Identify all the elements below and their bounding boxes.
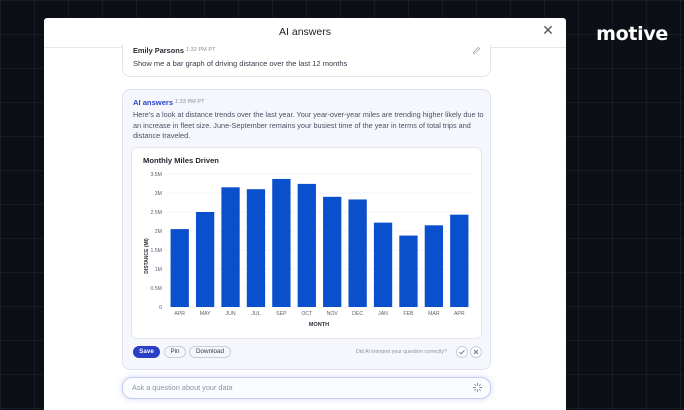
- ask-input[interactable]: [132, 381, 462, 394]
- pin-button[interactable]: Pin: [164, 346, 186, 358]
- x-tick-label: SEP: [276, 311, 287, 317]
- download-button[interactable]: Download: [189, 346, 231, 358]
- close-icon[interactable]: ✕: [541, 23, 555, 37]
- save-button[interactable]: Save: [133, 346, 160, 358]
- bar-sep: [272, 178, 291, 307]
- check-icon: [459, 349, 465, 355]
- ask-question-box[interactable]: [122, 377, 491, 399]
- x-tick-label: JUN: [225, 311, 235, 317]
- x-tick-label: JUL: [251, 311, 260, 317]
- sparkle-icon[interactable]: [472, 382, 483, 393]
- x-tick-label: OCT: [301, 311, 313, 317]
- user-message-time: 1:32 PM PT: [186, 47, 216, 53]
- ai-answers-modal: AI answers ✕ Emily Parsons 1:32 PM PT Sh…: [44, 18, 566, 410]
- y-tick-label: 2.5M: [150, 210, 162, 216]
- x-tick-label: DEC: [352, 311, 363, 317]
- bar-mar: [424, 225, 444, 307]
- bar-jun: [221, 187, 240, 307]
- x-tick-label: APR: [174, 311, 185, 317]
- bar-apr: [170, 229, 189, 307]
- y-tick-label: 0.5M: [150, 286, 162, 292]
- user-name: Emily Parsons: [133, 46, 184, 55]
- motive-logo: motive: [596, 23, 668, 45]
- y-axis-label: DISTANCE (MI): [144, 238, 150, 274]
- x-tick-label: MAR: [428, 311, 440, 317]
- bar-jul: [246, 189, 266, 307]
- y-tick-label: 3.5M: [150, 172, 162, 178]
- ai-response-name: AI answers: [133, 98, 174, 107]
- x-icon: [473, 349, 479, 355]
- ai-response-text: Here's a look at distance trends over th…: [133, 110, 484, 141]
- bar-apr: [450, 214, 469, 307]
- x-axis-label: MONTH: [309, 322, 329, 328]
- y-tick-label: 1.5M: [150, 248, 162, 254]
- user-message-card: Emily Parsons 1:32 PM PT Show me a bar g…: [122, 44, 491, 77]
- x-tick-label: MAY: [200, 311, 211, 317]
- modal-title: AI answers: [279, 26, 331, 38]
- ai-response-card: AI answers 1:33 PM PT Here's a look at d…: [122, 89, 491, 370]
- x-tick-label: NOV: [327, 311, 339, 317]
- y-tick-label: 2M: [155, 229, 162, 235]
- feedback-yes-button[interactable]: [456, 346, 468, 358]
- bar-oct: [297, 183, 316, 307]
- x-tick-label: APR: [454, 311, 465, 317]
- bar-may: [195, 212, 215, 307]
- ai-response-time: 1:33 PM PT: [175, 99, 205, 105]
- x-tick-label: JAN: [378, 311, 388, 317]
- bar-dec: [348, 199, 367, 307]
- bar-chart: 0 0.5M 1M 1.5M 2M 2.5M 3M 3.5M APR MAY JUN JUL SEP OC…: [144, 172, 472, 328]
- bar-feb: [399, 235, 418, 307]
- user-message-text: Show me a bar graph of driving distance …: [133, 59, 348, 68]
- pencil-icon[interactable]: [472, 46, 481, 55]
- feedback-no-button[interactable]: [470, 346, 482, 358]
- y-tick-label: 3M: [155, 191, 162, 197]
- y-tick-label: 0: [159, 305, 162, 311]
- conversation-area: Emily Parsons 1:32 PM PT Show me a bar g…: [44, 44, 566, 410]
- bar-nov: [323, 196, 342, 307]
- bar-jan: [373, 222, 393, 307]
- y-tick-label: 1M: [155, 267, 162, 273]
- x-tick-label: FEB: [403, 311, 414, 317]
- chart-card: Monthly Miles Driven 0 0.5M 1M 1.5M 2M 2.5M 3M…: [131, 147, 482, 339]
- feedback-question: Did AI interpret your question correctly…: [356, 349, 447, 355]
